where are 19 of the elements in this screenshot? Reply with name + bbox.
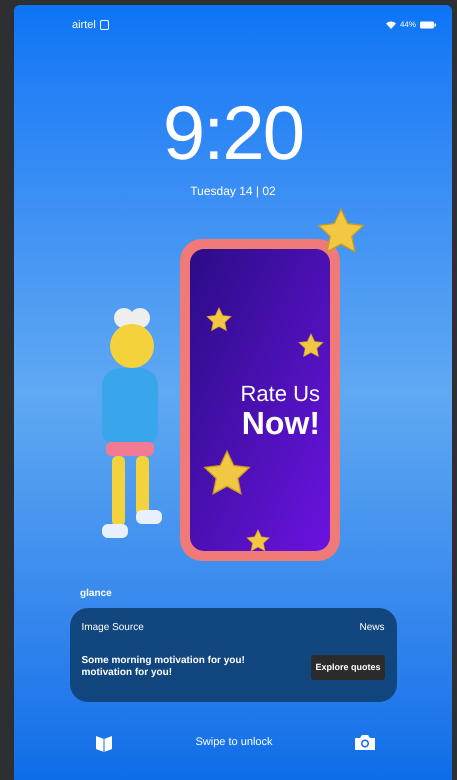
camera-icon[interactable] [354,733,376,751]
star-icon [205,306,233,334]
wifi-icon [386,21,396,30]
wallpaper-headline-large: Now! [242,407,320,440]
clock-time: 9:20 [162,96,304,172]
swipe-hint: Swipe to unlock [195,734,273,750]
battery-icon [420,21,436,30]
star-icon [297,332,325,360]
notification-message: Some morning motivation for you! motivation for you! [82,655,245,680]
sim-icon [100,20,109,30]
explore-quotes-button[interactable]: Explore quotes [311,654,384,680]
date-text: Tuesday 14 | 02 [190,182,276,200]
wallpaper-headline: Rate Us [240,380,320,408]
notification-category: News [359,620,384,634]
brand-logo-text: glance [80,588,112,598]
star-icon [245,528,271,554]
carrier-name: airtel [72,18,96,33]
notification-source: Image Source [82,620,144,634]
battery-percent: 44% [400,19,416,32]
